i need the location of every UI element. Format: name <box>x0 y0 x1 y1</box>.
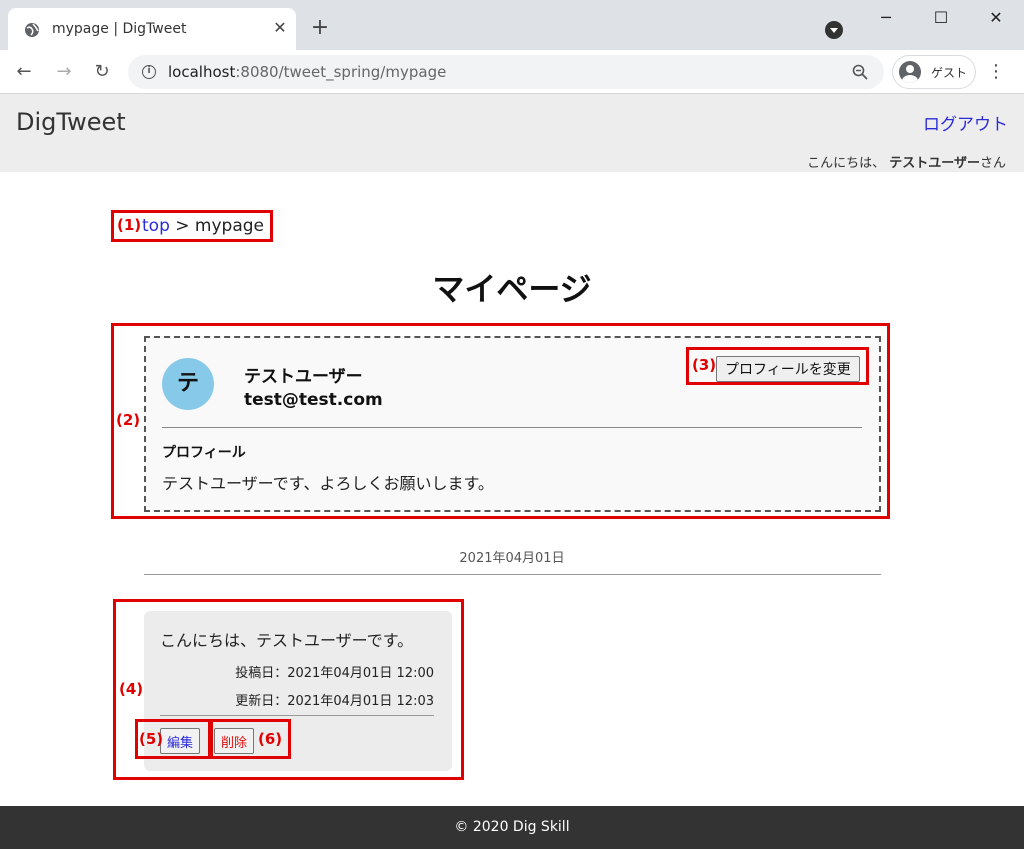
tab-search-icon[interactable] <box>825 21 843 39</box>
page-title: マイページ <box>432 270 592 308</box>
annotation-label-2: (2) <box>116 411 141 429</box>
profile-text: テストユーザーです、よろしくお願いします。 <box>162 474 494 493</box>
menu-dots-icon[interactable]: ⋮ <box>986 62 1006 82</box>
date-heading: 2021年04月01日 <box>459 551 565 566</box>
profile-heading: プロフィール <box>162 445 246 461</box>
tweet-updated-date: 更新日：2021年04月01日 12:03 <box>235 694 434 709</box>
tab-close-icon[interactable]: ✕ <box>270 18 290 38</box>
breadcrumb-top-link[interactable]: top <box>142 216 170 236</box>
brand-logo[interactable]: DigTweet <box>16 108 126 136</box>
greeting-text: こんにちは、 テストユーザーさん <box>807 156 1006 171</box>
breadcrumb-separator: > <box>169 216 195 236</box>
back-arrow-icon[interactable]: ← <box>12 60 36 84</box>
app-header: DigTweet ログアウト こんにちは、 テストユーザーさん <box>0 94 1024 172</box>
profile-email: test@test.com <box>244 390 383 410</box>
date-divider <box>144 574 881 575</box>
footer: © 2020 Dig Skill <box>0 806 1024 849</box>
browser-tab[interactable]: mypage | DigTweet ✕ <box>8 8 296 50</box>
annotation-label-5: (5) <box>139 730 164 748</box>
reload-icon[interactable]: ↻ <box>90 60 114 84</box>
tweet-posted-date: 投稿日：2021年04月01日 12:00 <box>235 666 434 681</box>
tab-title: mypage | DigTweet <box>52 21 187 37</box>
guest-avatar-icon <box>899 61 921 83</box>
tweet-divider <box>160 715 434 716</box>
browser-tabstrip: mypage | DigTweet ✕ + ─ ☐ ✕ <box>0 0 1024 50</box>
url-text[interactable]: localhost:8080/tweet_spring/mypage <box>168 63 446 81</box>
avatar: テ <box>162 358 214 410</box>
info-icon[interactable]: i <box>142 65 156 79</box>
breadcrumb-current: mypage <box>194 216 265 236</box>
zoom-icon[interactable] <box>852 64 868 80</box>
address-bar[interactable]: i localhost:8080/tweet_spring/mypage <box>128 55 884 89</box>
annotation-label-6: (6) <box>258 730 283 748</box>
new-tab-button[interactable]: + <box>308 16 332 40</box>
globe-icon <box>25 23 39 37</box>
forward-arrow-icon[interactable]: → <box>52 60 76 84</box>
profile-name: テストユーザー <box>244 367 363 387</box>
breadcrumb: top > mypage <box>142 216 264 236</box>
profile-divider <box>162 427 862 428</box>
annotation-label-4: (4) <box>119 680 144 698</box>
logout-link[interactable]: ログアウト <box>923 110 1008 135</box>
minimize-button[interactable]: ─ <box>874 8 898 28</box>
window-close-button[interactable]: ✕ <box>984 8 1008 28</box>
tweet-text: こんにちは、テストユーザーです。 <box>160 631 414 650</box>
annotation-label-3: (3) <box>692 356 717 374</box>
browser-profile-button[interactable]: ゲスト <box>892 55 976 89</box>
maximize-button[interactable]: ☐ <box>929 8 953 28</box>
browser-toolbar: ← → ↻ i localhost:8080/tweet_spring/mypa… <box>0 50 1024 94</box>
annotation-label-1: (1) <box>117 216 142 234</box>
profile-label: ゲスト <box>931 66 968 80</box>
